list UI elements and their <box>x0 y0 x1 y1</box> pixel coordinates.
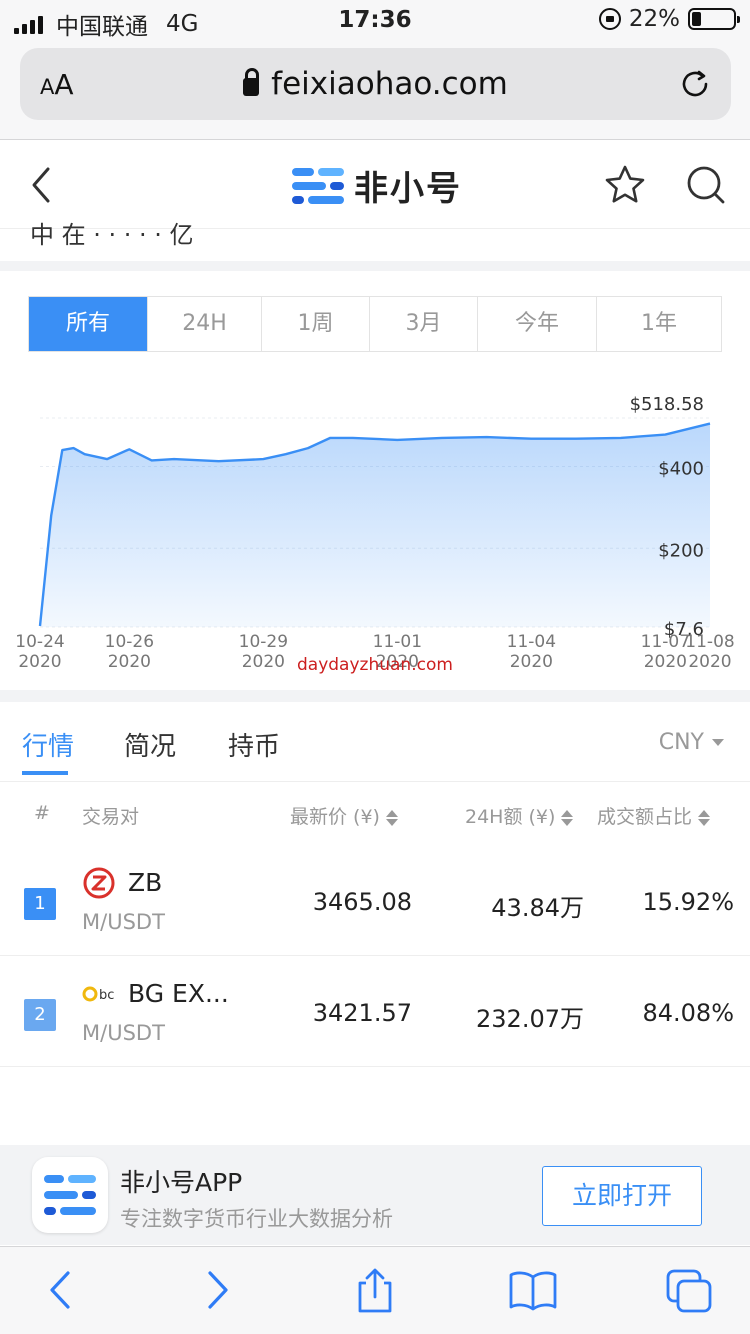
search-icon[interactable] <box>684 163 728 207</box>
battery-fill <box>692 12 701 26</box>
header-price[interactable]: 最新价 (¥) <box>290 802 398 829</box>
pair-label: M/USDT <box>82 910 165 934</box>
x-tick-label: 11-07 <box>641 632 690 652</box>
share-cell: 15.92% <box>642 888 734 916</box>
x-tick-year-label: 2020 <box>242 652 285 672</box>
x-tick-label: 11-01 <box>373 632 422 652</box>
feixiaohao-app-icon <box>44 1175 96 1215</box>
app-icon[interactable] <box>32 1157 108 1233</box>
x-tick-label: 10-24 <box>15 632 64 652</box>
y-tick-label: $400 <box>658 459 704 480</box>
share-icon[interactable] <box>350 1267 400 1313</box>
header-pair: 交易对 <box>82 806 140 828</box>
partial-stats-band: 中 在 · · · · · 亿 <box>0 221 750 271</box>
table-header: # 交易对 最新价 (¥) 24H额 (¥) 成交额占比 <box>0 800 750 830</box>
rank-badge: 1 <box>24 888 56 920</box>
header-volume-label: 24H额 (¥) <box>465 806 556 828</box>
tabs-icon[interactable] <box>664 1267 714 1313</box>
tab-3month[interactable]: 3月 <box>370 297 478 351</box>
rank-badge: 2 <box>24 999 56 1031</box>
bgex-logo-icon: bc <box>82 986 114 1003</box>
tab-ytd[interactable]: 今年 <box>478 297 597 351</box>
rotation-lock-icon <box>598 8 621 30</box>
status-right: 22% <box>598 6 740 32</box>
table-row[interactable]: 1 ZB M/USDT 3465.08 43.84万 15.92% <box>0 846 750 956</box>
browser-chrome: AA feixiaohao.com <box>0 40 750 140</box>
header-volume[interactable]: 24H额 (¥) <box>465 802 574 829</box>
exchange-name: BG EX... <box>128 979 229 1008</box>
chevron-down-icon <box>712 739 724 746</box>
section-divider-2 <box>0 690 750 702</box>
sort-icon <box>698 810 711 826</box>
volume-cell: 232.07万 <box>476 1005 584 1033</box>
svg-text:bc: bc <box>99 988 114 1003</box>
x-tick-year-label: 2020 <box>510 652 553 672</box>
time-range-tabs: 所有 24H 1周 3月 今年 1年 <box>28 296 722 352</box>
x-tick-label: 11-08 <box>685 632 734 652</box>
status-bar: 中国联通 4G 17:36 22% <box>0 0 750 40</box>
pair-label: M/USDT <box>82 1021 165 1045</box>
price-cell: 3465.08 <box>312 888 412 916</box>
logo-text: 非小号 <box>354 169 462 209</box>
currency-select[interactable]: CNY <box>659 730 724 755</box>
partial-text: 中 在 · · · · · 亿 <box>30 221 194 249</box>
header-share-label: 成交额占比 <box>597 806 693 828</box>
zb-logo-icon <box>83 867 115 899</box>
app-description: 专注数字货币行业大数据分析 <box>120 1207 393 1231</box>
address-bar[interactable]: AA feixiaohao.com <box>20 48 731 120</box>
y-tick-label: $518.58 <box>630 394 704 415</box>
back-icon[interactable] <box>26 165 58 205</box>
tab-holdings[interactable]: 持币 <box>228 726 280 763</box>
header-rank: # <box>34 802 50 824</box>
url-text: feixiaohao.com <box>271 66 508 102</box>
x-tick-year-label: 2020 <box>108 652 151 672</box>
app-download-banner: 非小号APP 专注数字货币行业大数据分析 立即打开 <box>0 1145 750 1245</box>
market-tabs: 行情 简况 持币 CNY <box>0 702 750 782</box>
browser-forward-icon[interactable] <box>192 1267 242 1313</box>
active-tab-underline <box>22 771 68 775</box>
price-chart-svg: $518.58$400$200$7.610-24202010-26202010-… <box>15 394 734 672</box>
tab-overview[interactable]: 简况 <box>124 726 176 763</box>
sort-icon <box>385 810 398 826</box>
table-row[interactable]: 2 bc BG EX... M/USDT 3421.57 232.07万 84.… <box>0 957 750 1067</box>
y-tick-label: $200 <box>658 540 704 561</box>
site-logo[interactable]: 非小号 <box>290 161 462 210</box>
x-tick-label: 10-26 <box>105 632 154 652</box>
tab-market[interactable]: 行情 <box>22 726 74 763</box>
battery-percent: 22% <box>628 6 680 32</box>
header-share[interactable]: 成交额占比 <box>597 802 711 829</box>
currency-label: CNY <box>658 730 704 755</box>
x-tick-label: 10-29 <box>239 632 288 652</box>
volume-cell: 43.84万 <box>491 894 584 922</box>
url-display[interactable]: feixiaohao.com <box>20 66 731 102</box>
browser-toolbar <box>0 1246 750 1334</box>
app-name: 非小号APP <box>120 1168 243 1197</box>
bookmarks-icon[interactable] <box>508 1267 558 1313</box>
tab-24h[interactable]: 24H <box>148 297 262 351</box>
x-tick-year-label: 2020 <box>18 652 61 672</box>
watermark-text: daydayzhuan.com <box>297 655 453 675</box>
feixiaohao-logo-icon <box>292 167 344 204</box>
browser-back-icon[interactable] <box>36 1267 86 1313</box>
favorite-star-icon[interactable] <box>603 163 647 207</box>
tab-1week[interactable]: 1周 <box>262 297 370 351</box>
price-chart[interactable]: $518.58 $400 $200 $7.6 10-24 2020 10-26 2020 10-… <box>0 380 750 680</box>
open-app-button[interactable]: 立即打开 <box>542 1166 702 1226</box>
price-cell: 3421.57 <box>312 999 412 1027</box>
lock-icon <box>243 68 260 96</box>
x-tick-label: 11-04 <box>507 632 556 652</box>
share-cell: 84.08% <box>642 999 734 1027</box>
battery-icon <box>688 8 740 30</box>
section-divider <box>0 261 750 271</box>
tab-1year[interactable]: 1年 <box>597 297 721 351</box>
reload-icon[interactable] <box>677 66 713 102</box>
tab-all[interactable]: 所有 <box>29 297 148 351</box>
exchange-name: ZB <box>128 868 163 897</box>
x-tick-year-label: 2020 <box>644 652 687 672</box>
sort-icon <box>561 810 574 826</box>
x-tick-year-label: 2020 <box>688 652 731 672</box>
header-price-label: 最新价 (¥) <box>290 806 380 828</box>
